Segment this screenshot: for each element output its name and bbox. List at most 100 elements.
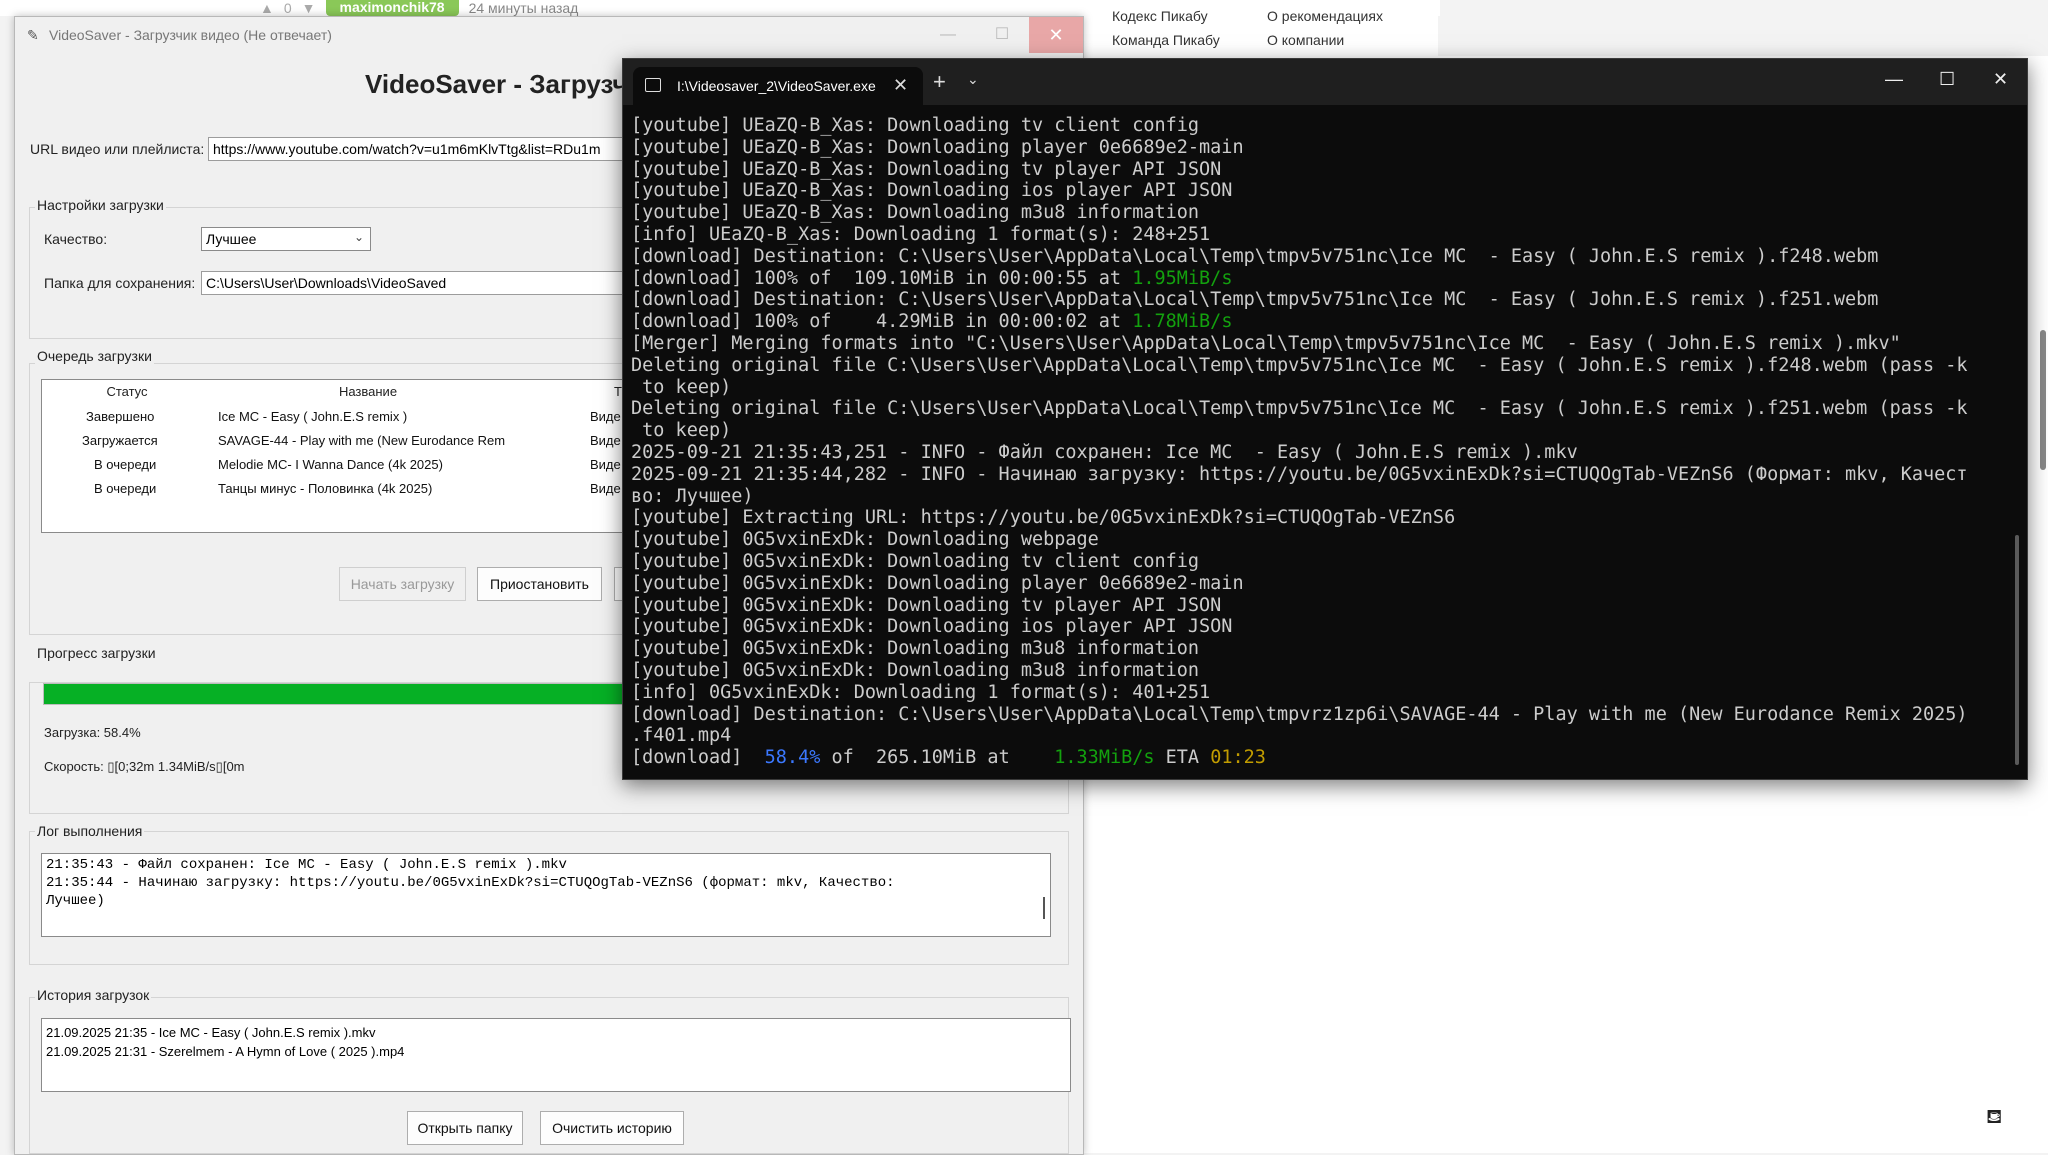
queue-table[interactable]: Статус Название Тип Завершено Ice MC - E… xyxy=(41,379,681,533)
speed-text: Скорость: ▯[0;32m 1.34MiB/s▯[0m xyxy=(44,759,245,774)
start-download-button[interactable]: Начать загрузку xyxy=(339,567,466,601)
table-row[interactable]: Завершено Ice MC - Easy ( John.E.S remix… xyxy=(42,404,680,428)
row-type: Виде xyxy=(590,457,621,472)
terminal-text: [youtube] UEaZQ-B_Xas: Downloading m3u8 … xyxy=(631,202,1200,224)
folder-label: Папка для сохранения: xyxy=(44,275,196,291)
terminal-text: [download] Destination: C:\Users\User\Ap… xyxy=(631,245,1879,267)
terminal-text: [youtube] 0G5vxinExDk: Downloading m3u8 … xyxy=(631,659,1200,681)
terminal-text: Deleting original file C:\Users\User\App… xyxy=(631,354,1968,376)
terminal-line: Deleting original file C:\Users\User\App… xyxy=(631,355,2019,377)
quality-select[interactable]: Лучшее ⌄ xyxy=(201,227,371,251)
terminal-line: to keep) xyxy=(631,377,2019,399)
terminal-text: [download] xyxy=(631,747,765,769)
terminal-line: [youtube] UEaZQ-B_Xas: Downloading tv cl… xyxy=(631,115,2019,137)
history-list[interactable]: 21.09.2025 21:35 - Ice MC - Easy ( John.… xyxy=(41,1018,1071,1092)
terminal-line: [download] Destination: C:\Users\User\Ap… xyxy=(631,704,2019,726)
username-badge[interactable]: maximonchik78 xyxy=(325,0,459,16)
log-scrollbar[interactable] xyxy=(1043,897,1045,919)
terminal-text: [youtube] 0G5vxinExDk: Downloading ios p… xyxy=(631,616,1233,638)
terminal-text: [youtube] UEaZQ-B_Xas: Downloading ios p… xyxy=(631,180,1233,202)
app-feather-icon: ✎ xyxy=(27,27,39,43)
column-header-status[interactable]: Статус xyxy=(42,380,213,404)
table-row[interactable]: В очереди Танцы минус - Половинка (4k 20… xyxy=(42,476,680,500)
progress-title: Прогресс загрузки xyxy=(35,645,158,661)
terminal-line: 2025-09-21 21:35:43,251 - INFO - Файл со… xyxy=(631,442,2019,464)
progress-text: Загрузка: 58.4% xyxy=(44,725,141,740)
terminal-text: [youtube] 0G5vxinExDk: Downloading m3u8 … xyxy=(631,638,1200,660)
close-icon[interactable]: ✕ xyxy=(1993,69,2008,90)
terminal-tab[interactable]: I:\Videosaver_2\VideoSaver.exe ✕ xyxy=(633,67,923,105)
settings-title: Настройки загрузки xyxy=(35,197,166,213)
footer-link[interactable]: О компании xyxy=(1267,32,1344,48)
chevron-down-icon[interactable]: ⌄ xyxy=(967,71,979,88)
row-status: В очереди xyxy=(94,457,157,472)
downvote-icon[interactable]: ▼ xyxy=(302,0,316,16)
terminal-line: .f401.mp4 xyxy=(631,725,2019,747)
terminal-text: 2025-09-21 21:35:43,251 - INFO - Файл со… xyxy=(631,441,1578,463)
row-type: Виде xyxy=(590,433,621,448)
terminal-text: 58.4% xyxy=(764,747,821,769)
column-header-name[interactable]: Название xyxy=(212,380,525,404)
tab-close-icon[interactable]: ✕ xyxy=(893,75,908,96)
terminal-text: [Merger] Merging formats into "C:\Users\… xyxy=(631,332,1901,354)
terminal-line: [youtube] UEaZQ-B_Xas: Downloading playe… xyxy=(631,137,2019,159)
page-scrollbar[interactable] xyxy=(2040,330,2046,470)
terminal-text: [download] 100% of 4.29MiB in 00:00:02 a… xyxy=(631,311,1133,333)
clear-history-button[interactable]: Очистить историю xyxy=(540,1111,684,1145)
terminal-text: во: Лучшее) xyxy=(631,485,754,507)
terminal-text: 1.95MiB/s xyxy=(1132,267,1233,289)
terminal-text: ETA xyxy=(1154,747,1211,769)
terminal-text: [youtube] UEaZQ-B_Xas: Downloading playe… xyxy=(631,136,1244,158)
footer-link[interactable]: Кодекс Пикабу xyxy=(1112,8,1208,24)
terminal-line: [youtube] UEaZQ-B_Xas: Downloading tv pl… xyxy=(631,159,2019,181)
upvote-icon[interactable]: ▲ xyxy=(260,0,274,16)
paint-bucket-icon[interactable]: ⛾ xyxy=(1986,1106,2002,1131)
table-row[interactable]: Загружается SAVAGE-44 - Play with me (Ne… xyxy=(42,428,680,452)
terminal-text: [youtube] Extracting URL: https://youtu.… xyxy=(631,507,1456,529)
terminal-text: [info] UEaZQ-B_Xas: Downloading 1 format… xyxy=(631,223,1211,245)
history-item[interactable]: 21.09.2025 21:31 - Szerelmem - A Hymn of… xyxy=(46,1042,1066,1061)
terminal-line: во: Лучшее) xyxy=(631,486,2019,508)
terminal-line: [youtube] 0G5vxinExDk: Downloading playe… xyxy=(631,573,2019,595)
terminal-text: to keep) xyxy=(631,376,732,398)
minimize-icon[interactable]: — xyxy=(921,17,975,53)
terminal-output[interactable]: [youtube] UEaZQ-B_Xas: Downloading tv cl… xyxy=(631,115,2019,775)
terminal-scrollbar[interactable] xyxy=(2015,535,2019,765)
terminal-text: [download] 100% of 109.10MiB in 00:00:55… xyxy=(631,267,1133,289)
close-icon[interactable]: ✕ xyxy=(1029,17,1083,53)
terminal-window: I:\Videosaver_2\VideoSaver.exe ✕ + ⌄ — ☐… xyxy=(622,58,2028,780)
log-title: Лог выполнения xyxy=(35,823,145,839)
terminal-text: 01:23 xyxy=(1210,747,1266,769)
post-time: 24 минуты назад xyxy=(468,0,579,16)
maximize-icon[interactable]: ☐ xyxy=(975,17,1029,53)
terminal-text: [youtube] UEaZQ-B_Xas: Downloading tv pl… xyxy=(631,158,1222,180)
quality-selected-value: Лучшее xyxy=(206,231,257,247)
footer-link[interactable]: О рекомендациях xyxy=(1267,8,1383,24)
terminal-text: to keep) xyxy=(631,420,732,442)
log-line: Лучшее) xyxy=(46,893,105,909)
log-textbox[interactable]: 21:35:43 - Файл сохранен: Ice MC - Easy … xyxy=(41,853,1051,937)
pause-button[interactable]: Приостановить xyxy=(477,567,602,601)
terminal-text: .f401.mp4 xyxy=(631,725,732,747)
terminal-text: 1.33MiB/s xyxy=(1054,747,1155,769)
queue-title: Очередь загрузки xyxy=(35,348,154,364)
terminal-line: to keep) xyxy=(631,420,2019,442)
terminal-titlebar[interactable]: I:\Videosaver_2\VideoSaver.exe ✕ + ⌄ — ☐… xyxy=(623,59,2027,105)
maximize-icon[interactable]: ☐ xyxy=(1939,69,1955,90)
minimize-icon[interactable]: — xyxy=(1885,69,1903,90)
terminal-line: [youtube] UEaZQ-B_Xas: Downloading m3u8 … xyxy=(631,202,2019,224)
videosaver-titlebar[interactable]: ✎ VideoSaver - Загрузчик видео (Не отвеч… xyxy=(15,17,1083,53)
terminal-icon xyxy=(645,78,661,92)
new-tab-icon[interactable]: + xyxy=(933,69,946,95)
footer-link[interactable]: Команда Пикабу xyxy=(1112,32,1220,48)
row-type: Виде xyxy=(590,409,621,424)
terminal-line: [youtube] 0G5vxinExDk: Downloading webpa… xyxy=(631,529,2019,551)
terminal-line: Deleting original file C:\Users\User\App… xyxy=(631,398,2019,420)
terminal-tab-title: I:\Videosaver_2\VideoSaver.exe xyxy=(677,78,876,94)
terminal-line: [youtube] UEaZQ-B_Xas: Downloading ios p… xyxy=(631,180,2019,202)
vote-count: 0 xyxy=(283,0,292,16)
open-folder-button[interactable]: Открыть папку xyxy=(407,1111,523,1145)
terminal-text: 1.78MiB/s xyxy=(1132,311,1233,333)
table-row[interactable]: В очереди Melodie MC- I Wanna Dance (4k … xyxy=(42,452,680,476)
history-item[interactable]: 21.09.2025 21:35 - Ice MC - Easy ( John.… xyxy=(46,1023,1066,1042)
